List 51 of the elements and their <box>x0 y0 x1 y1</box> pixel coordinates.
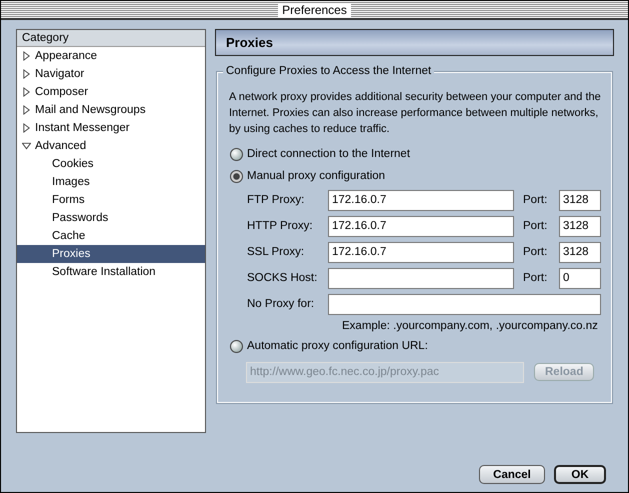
expander-icon[interactable] <box>22 87 31 97</box>
description-text: A network proxy provides additional security between your computer and the Internet. Proxies can also increase performance between multiple networks, by using caches to reduce traffic. <box>229 90 602 137</box>
field-label: FTP Proxy: <box>247 194 306 206</box>
field-label: Port: <box>523 246 548 258</box>
ok-button[interactable]: OK <box>554 465 606 484</box>
port-field[interactable]: 0 <box>559 268 601 288</box>
field-label: Port: <box>523 220 548 232</box>
tree-item[interactable]: Composer <box>17 83 205 101</box>
expander-icon[interactable] <box>22 51 31 61</box>
radio-label: Direct connection to the Internet <box>247 148 410 160</box>
tree-item[interactable]: Cookies <box>17 155 205 173</box>
panel-header: Proxies <box>215 29 614 56</box>
tree-item[interactable]: Instant Messenger <box>17 119 205 137</box>
expander-icon[interactable] <box>22 69 31 79</box>
input-field[interactable] <box>328 294 601 314</box>
tree-item[interactable]: Mail and Newsgroups <box>17 101 205 119</box>
tree-item[interactable]: Passwords <box>17 209 205 227</box>
input-field[interactable]: 172.16.0.7 <box>328 242 514 262</box>
radio-label: Automatic proxy configuration URL: <box>247 340 428 352</box>
tree-item[interactable]: Proxies <box>17 245 205 263</box>
field-label: Port: <box>523 194 548 206</box>
radio-button[interactable] <box>230 148 243 160</box>
field-label: No Proxy for: <box>247 298 316 310</box>
group-title: Configure Proxies to Access the Internet <box>223 65 434 77</box>
radio-label: Manual proxy configuration <box>247 170 386 182</box>
tree-item[interactable]: Software Installation <box>17 263 205 281</box>
hint-text: Example: .yourcompany.com, .yourcompany.co.nz <box>341 319 599 334</box>
expander-icon[interactable] <box>22 105 31 115</box>
field-label: HTTP Proxy: <box>247 220 314 232</box>
input-field[interactable]: 172.16.0.7 <box>328 190 514 210</box>
input-field[interactable] <box>328 268 514 288</box>
tree-item[interactable]: Appearance <box>17 47 205 65</box>
port-field[interactable]: 3128 <box>559 216 601 236</box>
tree-item[interactable]: Forms <box>17 191 205 209</box>
input-field[interactable]: 172.16.0.7 <box>328 216 514 236</box>
window-title: Preferences <box>278 2 351 16</box>
column-header: Category <box>17 30 205 47</box>
expander-icon[interactable] <box>22 141 31 151</box>
tree-item[interactable]: Navigator <box>17 65 205 83</box>
port-field[interactable]: 3128 <box>559 190 601 210</box>
field-label: SOCKS Host: <box>247 272 318 284</box>
radio-button[interactable] <box>230 170 243 182</box>
radio-button[interactable] <box>230 340 243 352</box>
tree-item[interactable]: Advanced <box>17 137 205 155</box>
port-field[interactable]: 3128 <box>559 242 601 262</box>
field-label: Port: <box>523 272 548 284</box>
cancel-button[interactable]: Cancel <box>479 465 545 484</box>
tree-item[interactable]: Images <box>17 173 205 191</box>
tree-item[interactable]: Cache <box>17 227 205 245</box>
field-label: SSL Proxy: <box>247 246 306 258</box>
expander-icon[interactable] <box>22 123 31 133</box>
